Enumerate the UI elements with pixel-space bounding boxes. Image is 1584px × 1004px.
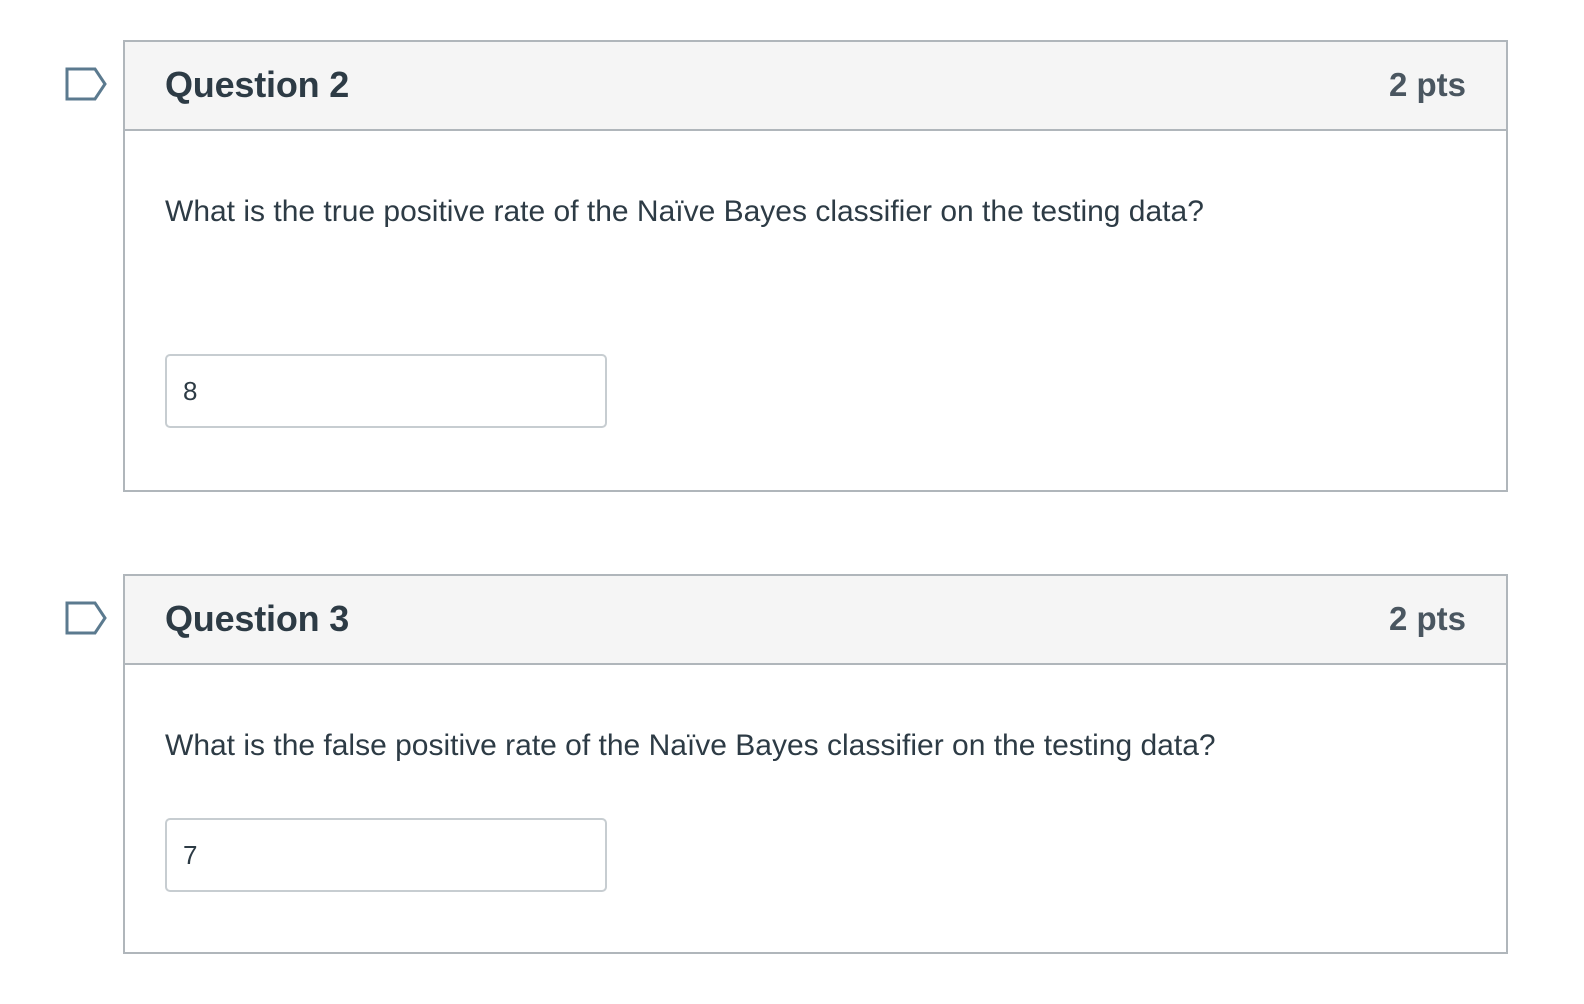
question-title: Question 3 (165, 598, 350, 639)
question-header: Question 2 2 pts (125, 42, 1506, 131)
flag-question-icon[interactable] (65, 601, 107, 635)
question-card: Question 2 2 pts What is the true positi… (123, 40, 1508, 492)
answer-input[interactable] (165, 354, 607, 428)
question-body: What is the false positive rate of the N… (125, 665, 1506, 952)
question-text: What is the true positive rate of the Na… (165, 195, 1204, 228)
flag-question-icon[interactable] (65, 67, 107, 101)
question-card: Question 3 2 pts What is the false posit… (123, 574, 1508, 954)
question-points: 2 pts (1388, 66, 1466, 103)
question-points: 2 pts (1388, 600, 1466, 637)
question-text: What is the false positive rate of the N… (165, 729, 1216, 762)
question-body: What is the true positive rate of the Na… (125, 131, 1506, 490)
question-header: Question 3 2 pts (125, 576, 1506, 665)
question-title: Question 2 (165, 64, 350, 105)
answer-input[interactable] (165, 818, 607, 892)
